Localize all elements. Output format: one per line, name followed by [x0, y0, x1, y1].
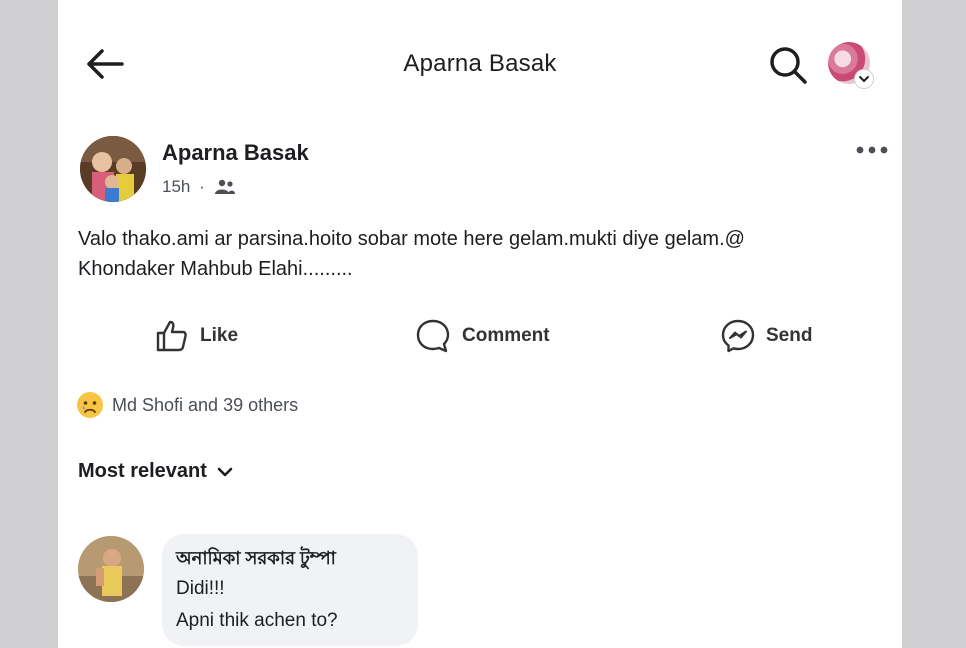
- post-text-line[interactable]: Khondaker Mahbub Elahi.........: [78, 254, 878, 284]
- post-text-line: Valo thako.ami ar parsina.hoito sobar mo…: [78, 228, 745, 250]
- comment-label: Comment: [462, 325, 550, 346]
- comment-icon: [416, 319, 450, 353]
- more-horizontal-icon: [856, 146, 888, 154]
- author-name[interactable]: Aparna Basak: [162, 140, 309, 166]
- comment-button[interactable]: Comment: [414, 312, 550, 360]
- friends-icon: [214, 179, 235, 194]
- chevron-down-icon: [217, 467, 233, 476]
- messenger-icon: [721, 319, 755, 353]
- comments-sort-dropdown[interactable]: Most relevant: [78, 460, 233, 483]
- commenter-avatar[interactable]: [78, 536, 144, 602]
- sad-face-icon: [77, 392, 103, 418]
- post-actions: Like Comment Send: [58, 312, 902, 360]
- send-button[interactable]: Send: [720, 312, 812, 360]
- post-screen: Aparna Basak Aparna Basak 15h · Valo tha…: [58, 0, 902, 648]
- search-button[interactable]: [768, 45, 808, 85]
- post-time[interactable]: 15h: [162, 177, 190, 197]
- send-label: Send: [766, 325, 813, 346]
- like-label: Like: [200, 325, 239, 346]
- more-options-button[interactable]: [854, 142, 890, 158]
- post-header: Aparna Basak 15h ·: [58, 130, 902, 210]
- post-text: Valo thako.ami ar parsina.hoito sobar mo…: [78, 224, 878, 284]
- chevron-down-icon: [854, 69, 874, 89]
- profile-menu-button[interactable]: [828, 42, 874, 89]
- author-avatar[interactable]: [80, 136, 146, 202]
- like-icon: [156, 320, 187, 352]
- top-bar: Aparna Basak: [58, 0, 902, 120]
- comment-bubble: অনামিকা সরকার টুম্পা Didi!!! Apni thik a…: [162, 534, 418, 646]
- comment-item: অনামিকা সরকার টুম্পা Didi!!! Apni thik a…: [58, 530, 902, 648]
- comment-text-line: Apni thik achen to?: [176, 610, 338, 631]
- search-icon: [770, 47, 807, 84]
- sort-label: Most relevant: [78, 460, 207, 482]
- comment-text-line: Didi!!!: [176, 578, 225, 599]
- reactions-text: Md Shofi and 39 others: [112, 394, 299, 415]
- meta-separator: ·: [199, 176, 205, 196]
- commenter-name[interactable]: অনামিকা সরকার টুম্পা: [176, 544, 336, 575]
- reactions-summary[interactable]: Md Shofi and 39 others: [76, 390, 298, 420]
- post-meta: 15h ·: [162, 176, 236, 197]
- like-button[interactable]: Like: [154, 312, 238, 360]
